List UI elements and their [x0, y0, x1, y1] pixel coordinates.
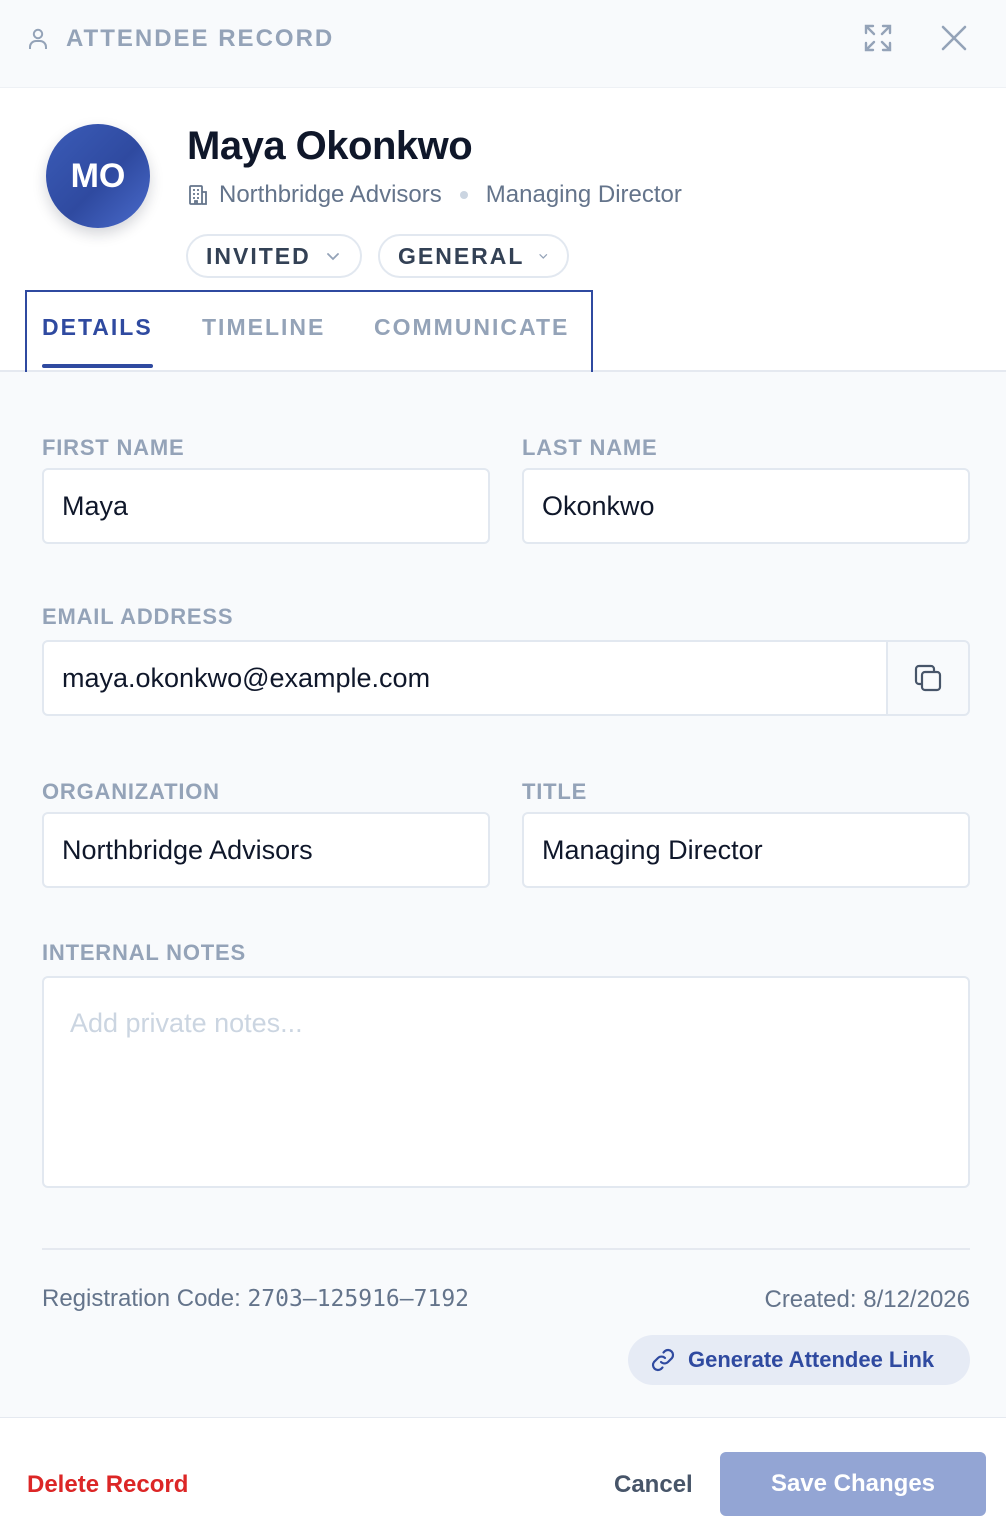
notes-placeholder: Add private notes...: [70, 1008, 303, 1038]
registration-code-label: Registration Code:: [42, 1285, 241, 1312]
first-name-label: FIRST NAME: [42, 435, 185, 460]
cancel-button[interactable]: Cancel: [614, 1470, 693, 1500]
tab-timeline[interactable]: TIMELINE: [202, 312, 325, 342]
status-dropdown[interactable]: INVITED: [186, 234, 362, 278]
organization-field[interactable]: Northbridge Advisors: [42, 812, 490, 888]
close-icon[interactable]: [938, 22, 970, 54]
panel-title: ATTENDEE RECORD: [66, 25, 335, 52]
created-value: 8/12/2026: [863, 1286, 970, 1313]
last-name-label: LAST NAME: [522, 435, 658, 460]
chevron-down-icon: [326, 253, 339, 261]
copy-icon: [914, 664, 942, 692]
attendee-title: Managing Director: [485, 181, 682, 208]
generate-attendee-link-button[interactable]: Generate Attendee Link: [628, 1335, 970, 1385]
created-date: Created: 8/12/2026: [764, 1285, 970, 1315]
chevron-down-icon: [539, 254, 548, 259]
registration-code-value: 2703–125916–7192: [247, 1286, 470, 1312]
attendee-organization: Northbridge Advisors: [219, 181, 442, 208]
expand-icon[interactable]: [862, 22, 894, 54]
attendee-name: Maya Okonkwo: [187, 124, 473, 168]
panel-header: ATTENDEE RECORD: [0, 0, 1006, 88]
tab-communicate[interactable]: COMMUNICATE: [374, 312, 569, 342]
panel-footer: Delete Record Cancel Save Changes: [0, 1418, 1006, 1534]
last-name-field[interactable]: Okonkwo: [522, 468, 970, 544]
registration-code: Registration Code: 2703–125916–7192: [42, 1284, 469, 1314]
title-field[interactable]: Managing Director: [522, 812, 970, 888]
person-icon: [29, 28, 47, 49]
title-label: TITLE: [522, 779, 588, 804]
avatar: MO: [46, 124, 150, 228]
type-dropdown[interactable]: GENERAL: [378, 234, 569, 278]
copy-email-button[interactable]: [886, 640, 970, 716]
link-icon: [651, 1348, 675, 1372]
separator-dot: [459, 191, 468, 199]
email-label: EMAIL ADDRESS: [42, 604, 234, 629]
type-value: GENERAL: [398, 242, 525, 269]
save-changes-button[interactable]: Save Changes: [720, 1452, 986, 1516]
first-name-field[interactable]: Maya: [42, 468, 490, 544]
active-tab-indicator: [42, 364, 153, 368]
organization-label: ORGANIZATION: [42, 779, 220, 804]
details-form: FIRST NAME Maya LAST NAME Okonkwo EMAIL …: [0, 372, 1006, 1418]
delete-record-button[interactable]: Delete Record: [27, 1470, 188, 1500]
email-field[interactable]: maya.okonkwo@example.com: [42, 640, 888, 716]
status-value: INVITED: [206, 242, 311, 269]
internal-notes-textarea[interactable]: Add private notes...: [42, 976, 970, 1188]
attendee-subline: Northbridge Advisors Managing Director: [187, 180, 682, 210]
meta-divider: [42, 1248, 970, 1250]
building-icon: [189, 185, 207, 205]
internal-notes-label: INTERNAL NOTES: [42, 940, 246, 965]
tab-details[interactable]: DETAILS: [42, 312, 153, 342]
created-label: Created:: [764, 1286, 857, 1313]
generate-link-label: Generate Attendee Link: [688, 1347, 935, 1372]
